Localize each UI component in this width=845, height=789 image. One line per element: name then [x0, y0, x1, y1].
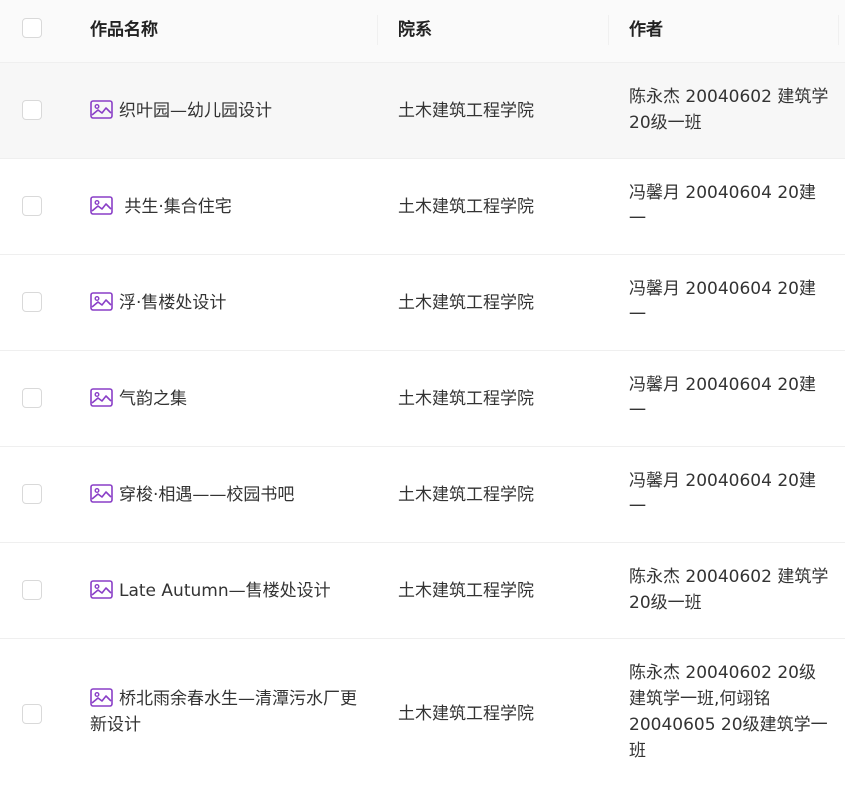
author-cell: 陈永杰 20040602 建筑学20级一班	[629, 87, 829, 133]
work-name[interactable]: 桥北雨余春水生—清潭污水厂更新设计	[90, 689, 357, 735]
row-checkbox[interactable]	[22, 580, 42, 600]
row-checkbox[interactable]	[22, 388, 42, 408]
column-divider[interactable]	[838, 15, 839, 45]
work-name-cell[interactable]: 气韵之集	[90, 386, 360, 412]
author-cell: 冯馨月 20040604 20建一	[629, 183, 816, 229]
author-cell: 陈永杰 20040602 建筑学20级一班	[629, 567, 829, 613]
dept-cell: 土木建筑工程学院	[398, 485, 534, 505]
row-checkbox[interactable]	[22, 484, 42, 504]
image-icon	[90, 484, 113, 503]
dept-cell: 土木建筑工程学院	[398, 389, 534, 409]
table-row[interactable]: 共生·集合住宅 土木建筑工程学院 冯馨月 20040604 20建一	[0, 159, 845, 255]
table-row[interactable]: 气韵之集 土木建筑工程学院 冯馨月 20040604 20建一	[0, 351, 845, 447]
image-icon	[90, 196, 113, 215]
work-name[interactable]: Late Autumn—售楼处设计	[119, 581, 331, 601]
column-divider[interactable]	[608, 15, 609, 45]
work-name-cell[interactable]: 穿梭·相遇——校园书吧	[90, 482, 360, 508]
table-row[interactable]: 穿梭·相遇——校园书吧 土木建筑工程学院 冯馨月 20040604 20建一	[0, 447, 845, 543]
dept-cell: 土木建筑工程学院	[398, 101, 534, 121]
dept-cell: 土木建筑工程学院	[398, 704, 534, 724]
row-checkbox[interactable]	[22, 292, 42, 312]
table-row[interactable]: Late Autumn—售楼处设计 土木建筑工程学院 陈永杰 20040602 …	[0, 543, 845, 639]
column-header-name[interactable]: 作品名称	[90, 19, 158, 41]
row-checkbox[interactable]	[22, 100, 42, 120]
author-cell: 陈永杰 20040602 20级建筑学一班,何翊铭 20040605 20级建筑…	[629, 663, 828, 761]
work-name-cell[interactable]: 共生·集合住宅	[90, 194, 360, 220]
table-header: 作品名称 院系 作者	[0, 0, 845, 63]
image-icon	[90, 100, 113, 119]
dept-cell: 土木建筑工程学院	[398, 293, 534, 313]
dept-cell: 土木建筑工程学院	[398, 581, 534, 601]
work-name[interactable]: 穿梭·相遇——校园书吧	[119, 485, 294, 505]
work-name[interactable]: 浮·售楼处设计	[119, 293, 226, 313]
author-cell: 冯馨月 20040604 20建一	[629, 279, 816, 325]
column-header-author[interactable]: 作者	[629, 19, 663, 41]
table-row[interactable]: 织叶园—幼儿园设计 土木建筑工程学院 陈永杰 20040602 建筑学20级一班	[0, 63, 845, 159]
row-checkbox[interactable]	[22, 196, 42, 216]
column-header-dept[interactable]: 院系	[398, 19, 432, 41]
row-checkbox[interactable]	[22, 704, 42, 724]
work-name-cell[interactable]: Late Autumn—售楼处设计	[90, 578, 360, 604]
work-name-cell[interactable]: 织叶园—幼儿园设计	[90, 98, 360, 124]
table-row[interactable]: 浮·售楼处设计 土木建筑工程学院 冯馨月 20040604 20建一	[0, 255, 845, 351]
work-name[interactable]: 气韵之集	[119, 389, 187, 409]
image-icon	[90, 580, 113, 599]
author-cell: 冯馨月 20040604 20建一	[629, 375, 816, 421]
work-name-cell[interactable]: 桥北雨余春水生—清潭污水厂更新设计	[90, 686, 360, 738]
image-icon	[90, 388, 113, 407]
work-name[interactable]: 织叶园—幼儿园设计	[119, 101, 272, 121]
select-all-checkbox[interactable]	[22, 18, 42, 38]
column-divider[interactable]	[377, 15, 378, 45]
work-name[interactable]: 共生·集合住宅	[119, 197, 231, 217]
work-name-cell[interactable]: 浮·售楼处设计	[90, 290, 360, 316]
image-icon	[90, 688, 113, 707]
dept-cell: 土木建筑工程学院	[398, 197, 534, 217]
table-row[interactable]: 桥北雨余春水生—清潭污水厂更新设计 土木建筑工程学院 陈永杰 20040602 …	[0, 639, 845, 789]
image-icon	[90, 292, 113, 311]
author-cell: 冯馨月 20040604 20建一	[629, 471, 816, 517]
